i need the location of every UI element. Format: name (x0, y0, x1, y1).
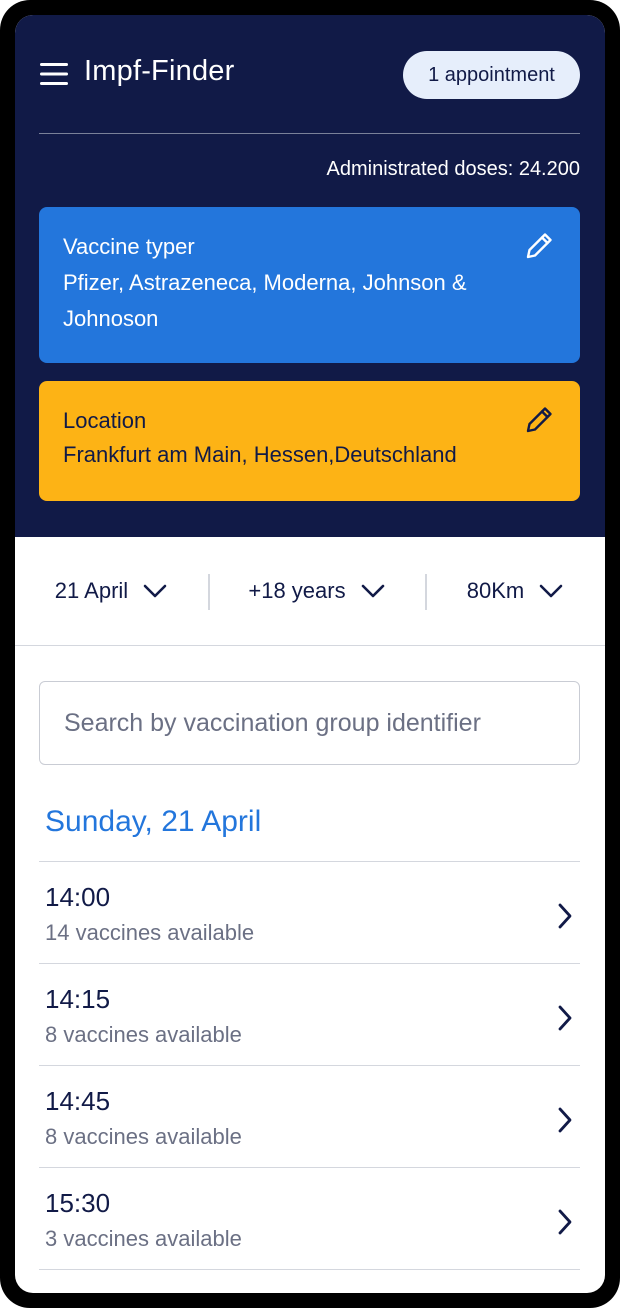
date-heading: Sunday, 21 April (45, 805, 262, 838)
phone-frame: Impf-Finder 1 appointment Administrated … (0, 0, 620, 1308)
search-input[interactable] (40, 682, 579, 764)
slot-time: 14:45 (45, 1086, 111, 1116)
location-label: Location (63, 408, 147, 433)
slot-row[interactable]: 15:30 3 vaccines available (39, 1168, 580, 1270)
chevron-right-icon[interactable] (556, 1004, 574, 1032)
app-screen: Impf-Finder 1 appointment Administrated … (15, 15, 605, 1293)
chevron-down-icon (539, 584, 563, 598)
vaccine-type-label: Vaccine typer (63, 234, 195, 259)
administered-doses-text: Administrated doses: 24.200 (326, 158, 581, 180)
chevron-right-icon[interactable] (556, 902, 574, 930)
pencil-icon[interactable] (524, 403, 556, 435)
slot-time: 14:15 (45, 984, 111, 1014)
slot-time: 15:30 (45, 1188, 111, 1218)
chevron-down-icon (361, 584, 384, 598)
slot-time: 14:00 (45, 882, 111, 912)
chevron-down-icon (143, 584, 167, 598)
slot-row[interactable]: 14:15 8 vaccines available (39, 964, 580, 1066)
slot-availability: 14 vaccines available (45, 920, 255, 945)
slot-availability: 8 vaccines available (45, 1022, 242, 1047)
date-filter-dropdown[interactable]: 21 April (15, 537, 208, 645)
slot-row[interactable]: 14:45 8 vaccines available (39, 1066, 580, 1168)
age-filter-dropdown[interactable]: +18 years (209, 537, 425, 645)
location-card[interactable]: Location Frankfurt am Main, Hessen,Deuts… (39, 381, 580, 501)
date-filter-label: 21 April (54, 578, 129, 603)
vaccine-type-card[interactable]: Vaccine typer Pfizer, Astrazeneca, Moder… (39, 207, 580, 363)
filter-bar: 21 April +18 years 80Km (15, 537, 605, 646)
app-header: Impf-Finder 1 appointment Administrated … (15, 15, 605, 537)
location-value: Frankfurt am Main, Hessen,Deutschland (63, 442, 457, 467)
vaccine-type-value: Pfizer, Astrazeneca, Moderna, Johnson & … (63, 270, 467, 331)
search-box (39, 681, 580, 765)
distance-filter-dropdown[interactable]: 80Km (426, 537, 605, 645)
slot-availability: 8 vaccines available (45, 1124, 242, 1149)
appointment-slot-list: 14:00 14 vaccines available 14:15 8 vacc… (39, 861, 580, 1270)
slot-availability: 3 vaccines available (45, 1226, 242, 1251)
age-filter-label: +18 years (248, 578, 346, 603)
distance-filter-label: 80Km (466, 578, 525, 603)
appointment-badge-button[interactable]: 1 appointment (403, 51, 580, 99)
chevron-right-icon[interactable] (556, 1106, 574, 1134)
slot-row[interactable]: 14:00 14 vaccines available (39, 862, 580, 964)
pencil-icon[interactable] (524, 229, 556, 261)
app-title: Impf-Finder (84, 55, 235, 87)
header-divider (39, 133, 580, 134)
chevron-right-icon[interactable] (556, 1208, 574, 1236)
hamburger-menu-icon[interactable] (39, 61, 69, 87)
